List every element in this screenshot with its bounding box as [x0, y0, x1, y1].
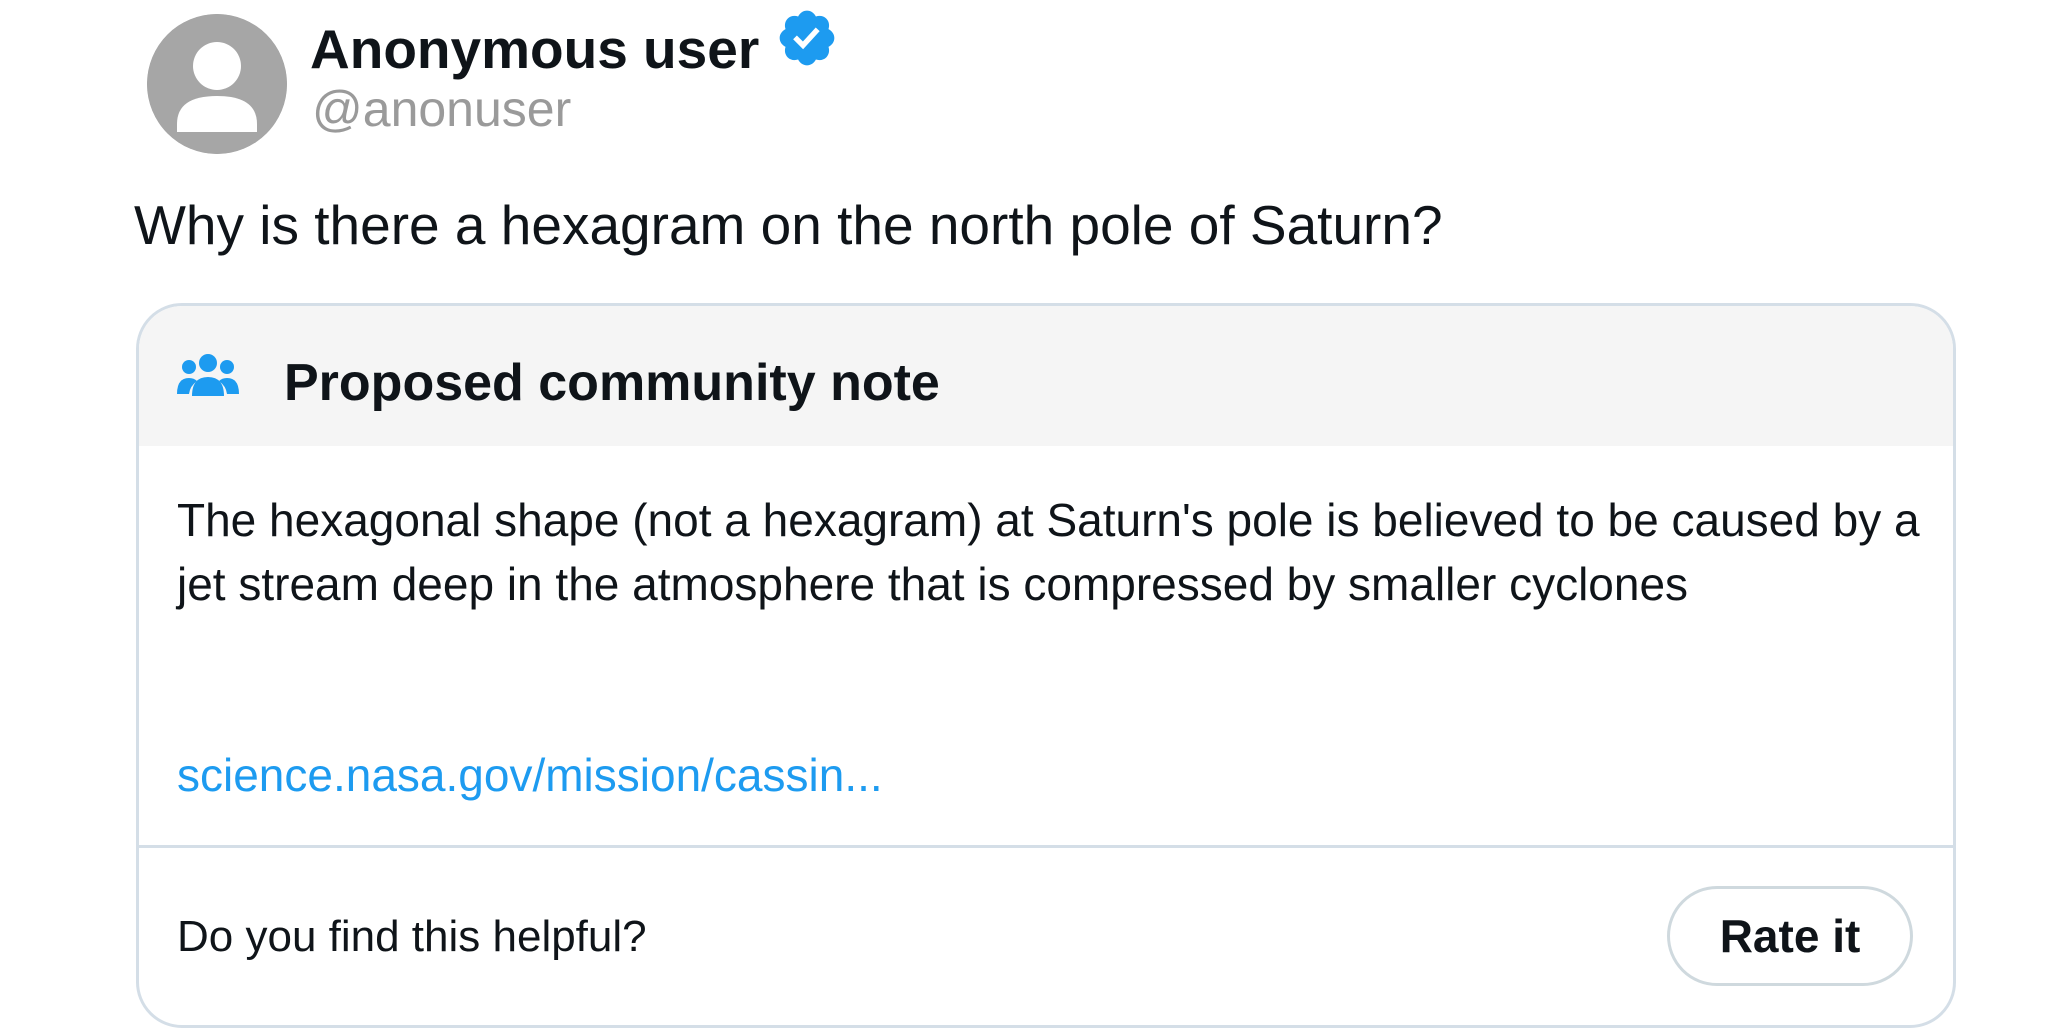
- divider: [139, 845, 1953, 848]
- community-note-title: Proposed community note: [284, 354, 940, 412]
- people-group-icon: [177, 350, 239, 400]
- helpful-prompt: Do you find this helpful?: [177, 912, 647, 961]
- community-note-card: Proposed community note The hexagonal sh…: [136, 303, 1956, 1028]
- source-link[interactable]: science.nasa.gov/mission/cassin...: [177, 743, 883, 807]
- default-person-icon: [147, 14, 287, 154]
- community-note-header: Proposed community note: [139, 306, 1953, 446]
- author-display-name[interactable]: Anonymous user: [310, 16, 759, 82]
- community-note-body: The hexagonal shape (not a hexagram) at …: [177, 494, 1920, 610]
- author-handle[interactable]: @anonuser: [312, 79, 571, 139]
- avatar[interactable]: [147, 14, 287, 154]
- rate-it-button[interactable]: Rate it: [1667, 886, 1913, 986]
- post-text: Why is there a hexagram on the north pol…: [134, 194, 1443, 256]
- verified-badge-icon: [775, 6, 839, 70]
